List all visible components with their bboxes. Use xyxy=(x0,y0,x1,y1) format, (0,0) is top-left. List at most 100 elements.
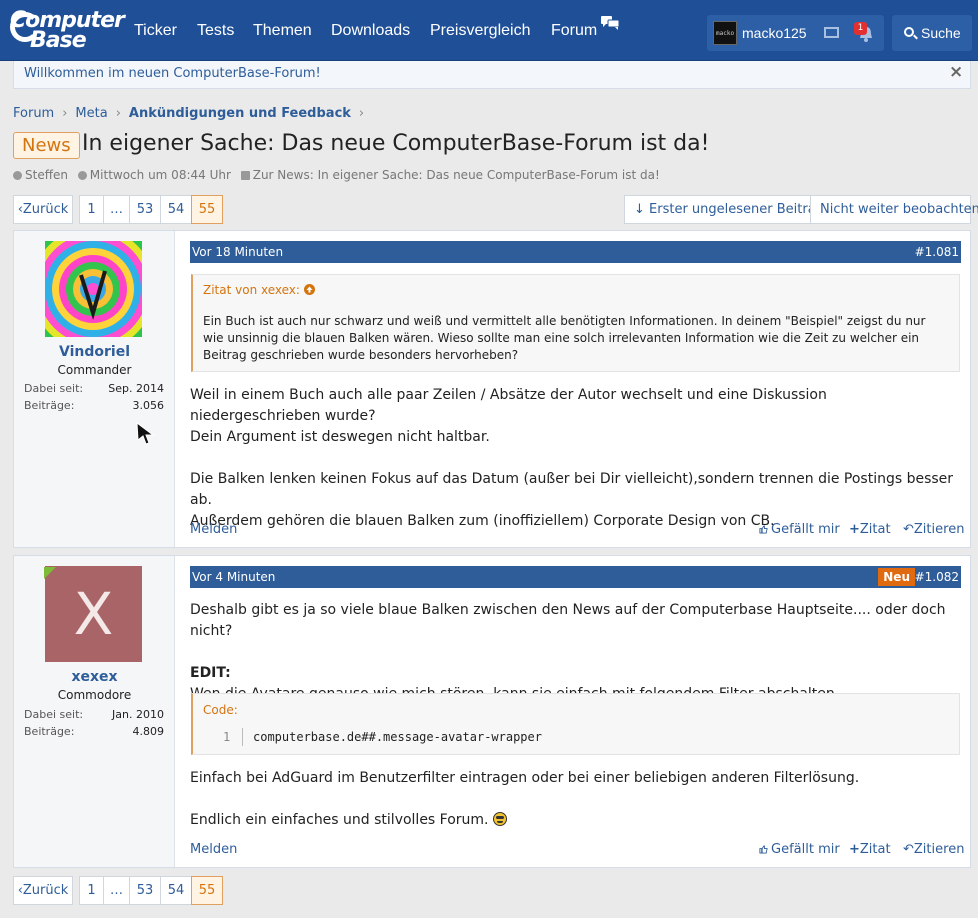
joined-value: Sep. 2014 xyxy=(108,382,164,395)
online-indicator-icon xyxy=(44,567,56,579)
notifications-button[interactable]: 1 xyxy=(852,21,878,47)
thread-author[interactable]: Steffen xyxy=(25,168,68,182)
like-button[interactable]: Gefällt mir xyxy=(759,842,840,857)
avatar[interactable] xyxy=(45,241,142,337)
logo-text-line2: Base xyxy=(30,28,87,53)
quote-button[interactable]: +Zitat xyxy=(849,522,891,537)
page-54[interactable]: 54 xyxy=(160,195,192,224)
thread-news-link[interactable]: Zur News: In eigener Sache: Das neue Com… xyxy=(253,168,660,182)
nav-tests[interactable]: Tests xyxy=(197,22,234,40)
nav-forum[interactable]: Forum xyxy=(551,22,597,40)
quote-header[interactable]: Zitat von xexex: xyxy=(203,283,315,297)
reply-button[interactable]: ↶Zitieren xyxy=(903,842,964,857)
thumbs-up-icon xyxy=(759,525,768,534)
report-link[interactable]: Melden xyxy=(190,522,237,537)
chevron-right-icon: › xyxy=(115,106,121,121)
breadcrumb-meta[interactable]: Meta xyxy=(75,106,107,121)
user-posts-row: Beiträge: 3.056 xyxy=(24,399,164,412)
post-number[interactable]: #1.082 xyxy=(915,566,959,588)
post-time[interactable]: Vor 4 Minuten xyxy=(192,570,275,584)
breadcrumb: Forum › Meta › Ankündigungen und Feedback › xyxy=(13,106,372,121)
nav-preisvergleich[interactable]: Preisvergleich xyxy=(430,22,530,40)
welcome-notice-text: Willkommen im neuen ComputerBase-Forum! xyxy=(24,66,321,81)
nav-downloads[interactable]: Downloads xyxy=(331,22,410,40)
close-notice-icon[interactable]: × xyxy=(949,62,963,82)
page-ellipsis[interactable]: … xyxy=(103,195,130,224)
post-paragraph: Dein Argument ist deswegen nicht haltbar… xyxy=(190,429,490,445)
post-number[interactable]: #1.081 xyxy=(915,241,959,263)
posts-value[interactable]: 3.056 xyxy=(133,399,165,412)
joined-label: Dabei seit: xyxy=(24,382,84,395)
notification-count-badge: 1 xyxy=(854,22,867,35)
post-content: Vor 18 Minuten #1.081 Zitat von xexex: E… xyxy=(190,231,964,547)
post-username[interactable]: xexex xyxy=(14,669,175,685)
code-gutter-divider xyxy=(242,728,243,746)
chevron-right-icon: › xyxy=(62,106,68,121)
user-joined-row: Dabei seit: Sep. 2014 xyxy=(24,382,164,395)
post-user-rank: Commodore xyxy=(57,688,132,702)
chat-bubble-icon xyxy=(601,16,619,30)
edit-label: EDIT: xyxy=(190,665,231,681)
quote-button[interactable]: +Zitat xyxy=(849,842,891,857)
page-1[interactable]: 1 xyxy=(79,876,104,905)
post-user-pane: X xexex Commodore Dabei seit: Jan. 2010 … xyxy=(14,556,175,867)
search-button[interactable]: Suche xyxy=(892,15,972,51)
arrow-up-circle-icon xyxy=(303,284,315,295)
post-username[interactable]: Vindoriel xyxy=(14,344,175,360)
breadcrumb-forum[interactable]: Forum xyxy=(13,106,54,121)
code-block: Code: 1 computerbase.de##.message-avatar… xyxy=(191,693,960,755)
user-name[interactable]: macko125 xyxy=(742,25,807,41)
document-icon xyxy=(240,171,250,180)
page-1[interactable]: 1 xyxy=(79,195,104,224)
user-icon xyxy=(13,171,22,180)
reply-button[interactable]: ↶Zitieren xyxy=(903,522,964,537)
prev-page-button[interactable]: ‹Zurück xyxy=(13,195,73,224)
posts-label: Beiträge: xyxy=(24,399,75,412)
page-54[interactable]: 54 xyxy=(160,876,192,905)
report-link[interactable]: Melden xyxy=(190,842,237,857)
search-label: Suche xyxy=(921,25,961,41)
prev-page-label: Zurück xyxy=(22,883,69,898)
prev-page-button[interactable]: ‹Zurück xyxy=(13,876,73,905)
like-button[interactable]: Gefällt mir xyxy=(759,522,840,537)
envelope-icon[interactable] xyxy=(824,27,839,38)
post-paragraph-text: Endlich ein einfaches und stilvolles For… xyxy=(190,812,489,828)
nav-themen[interactable]: Themen xyxy=(253,22,312,40)
joined-value: Jan. 2010 xyxy=(112,708,164,721)
top-navigation-bar: Computer Base Ticker Tests Themen Downlo… xyxy=(0,0,978,61)
page-ellipsis[interactable]: … xyxy=(103,876,130,905)
clock-icon xyxy=(77,171,87,180)
thread-date[interactable]: Mittwoch um 08:44 Uhr xyxy=(90,168,231,182)
code-content[interactable]: computerbase.de##.message-avatar-wrapper xyxy=(253,730,542,744)
avatar[interactable]: X xyxy=(45,566,142,662)
plus-icon: + xyxy=(849,522,860,537)
nav-ticker[interactable]: Ticker xyxy=(134,22,177,40)
post-1081: Vindoriel Commander Dabei seit: Sep. 201… xyxy=(13,230,971,548)
avatar-letter: X xyxy=(73,580,114,648)
quote-label: Zitat xyxy=(859,522,891,537)
prev-page-label: Zurück xyxy=(22,202,69,217)
computerbase-logo[interactable]: Computer Base xyxy=(10,8,125,54)
post-time[interactable]: Vor 18 Minuten xyxy=(192,245,283,259)
plus-icon: + xyxy=(849,842,860,857)
new-post-badge: Neu xyxy=(878,568,915,586)
like-label: Gefällt mir xyxy=(771,842,840,857)
thread-prefix-badge[interactable]: News xyxy=(13,132,80,159)
posts-value[interactable]: 4.809 xyxy=(133,725,165,738)
post-user-rank: Commander xyxy=(57,363,132,377)
page-53[interactable]: 53 xyxy=(129,876,161,905)
page-53[interactable]: 53 xyxy=(129,195,161,224)
page-55-current[interactable]: 55 xyxy=(191,195,223,224)
user-joined-row: Dabei seit: Jan. 2010 xyxy=(24,708,164,721)
like-label: Gefällt mir xyxy=(771,522,840,537)
post-user-pane: Vindoriel Commander Dabei seit: Sep. 201… xyxy=(14,231,175,547)
user-avatar[interactable]: macko xyxy=(713,21,737,45)
breadcrumb-announcements[interactable]: Ankündigungen und Feedback xyxy=(129,106,351,121)
code-header: Code: xyxy=(203,703,238,717)
thumbs-up-icon xyxy=(759,845,768,854)
thread-title: In eigener Sache: Das neue ComputerBase-… xyxy=(82,131,710,156)
post-header-bar: Vor 4 Minuten Neu #1.082 xyxy=(190,566,961,588)
page-55-current[interactable]: 55 xyxy=(191,876,223,905)
unwatch-button[interactable]: Nicht weiter beobachten xyxy=(810,195,978,224)
first-unread-button[interactable]: ↓ Erster ungelesener Beitrag xyxy=(624,195,834,224)
